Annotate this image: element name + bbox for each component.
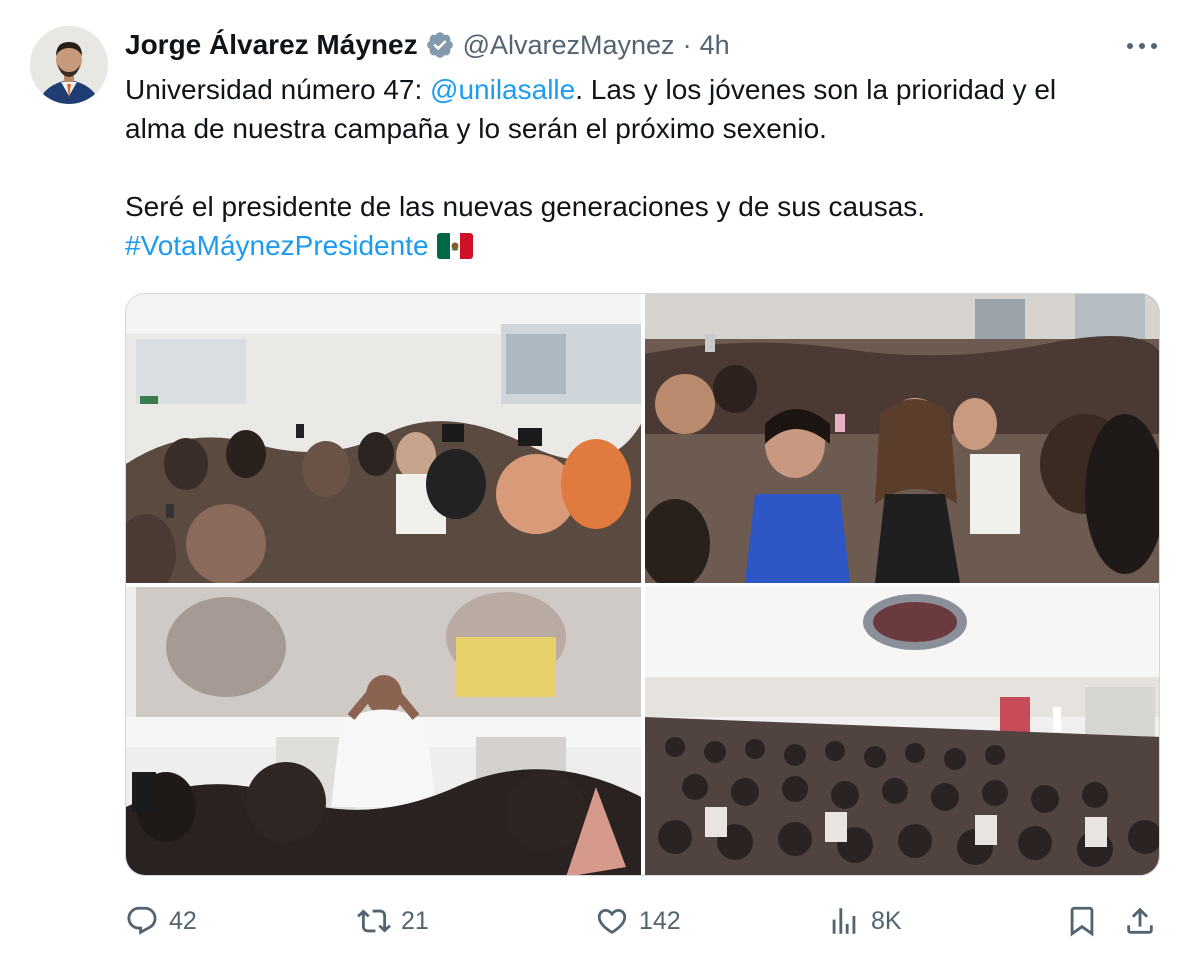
views-chart-icon [832, 908, 856, 934]
views-count: 8K [871, 906, 902, 935]
tweet-text: Universidad número 47: @unilasalle. Las … [125, 70, 1165, 265]
action-bar: 42 21 142 8K [125, 896, 1165, 946]
verified-badge-icon[interactable] [425, 30, 455, 60]
retweet-button[interactable]: 21 [357, 896, 429, 946]
text-prefix: Universidad número 47: [125, 74, 431, 105]
tweet-blank-line [125, 148, 1165, 187]
tweet-line-4: #VotaMáynezPresidente [125, 226, 1165, 265]
retweet-count: 21 [401, 906, 429, 935]
reply-icon [127, 906, 157, 935]
like-button[interactable]: 142 [595, 896, 681, 946]
timestamp[interactable]: 4h [700, 30, 730, 61]
heart-icon [597, 908, 627, 934]
share-button[interactable] [1123, 896, 1157, 946]
photo-auditorium-wide[interactable] [645, 587, 1159, 875]
tweet-header: Jorge Álvarez Máynez @AlvarezMaynez · 4h [125, 28, 730, 62]
separator-dot: · [682, 29, 692, 60]
tweet-line-3: Seré el presidente de las nuevas generac… [125, 191, 926, 222]
more-options-icon[interactable] [1124, 36, 1160, 56]
share-icon [1127, 907, 1153, 934]
avatar-image [30, 26, 108, 104]
views-button[interactable]: 8K [827, 896, 902, 946]
retweet-icon [357, 909, 391, 933]
tweet-line-1: Universidad número 47: @unilasalle. Las … [125, 70, 1165, 109]
photo-crowd-phones[interactable] [126, 294, 641, 583]
text-suffix: . Las y los jóvenes son la prioridad y e… [575, 74, 1057, 105]
like-count: 142 [639, 906, 681, 935]
photo-audience-closeup[interactable] [645, 294, 1159, 583]
author-handle[interactable]: @AlvarezMaynez [463, 30, 675, 61]
hashtag-link[interactable]: #VotaMáynezPresidente [125, 230, 429, 261]
tweet-line-2: alma de nuestra campaña y lo serán el pr… [125, 113, 827, 144]
bookmark-icon [1070, 906, 1094, 937]
avatar[interactable] [30, 26, 108, 104]
bookmark-button[interactable] [1065, 896, 1099, 946]
author-name[interactable]: Jorge Álvarez Máynez [125, 29, 418, 61]
mention-link[interactable]: @unilasalle [430, 74, 575, 105]
mexico-flag-icon [436, 233, 473, 259]
media-grid [125, 293, 1160, 876]
reply-count: 42 [169, 906, 197, 935]
reply-button[interactable]: 42 [125, 896, 197, 946]
photo-speaker-stage[interactable] [126, 587, 641, 875]
